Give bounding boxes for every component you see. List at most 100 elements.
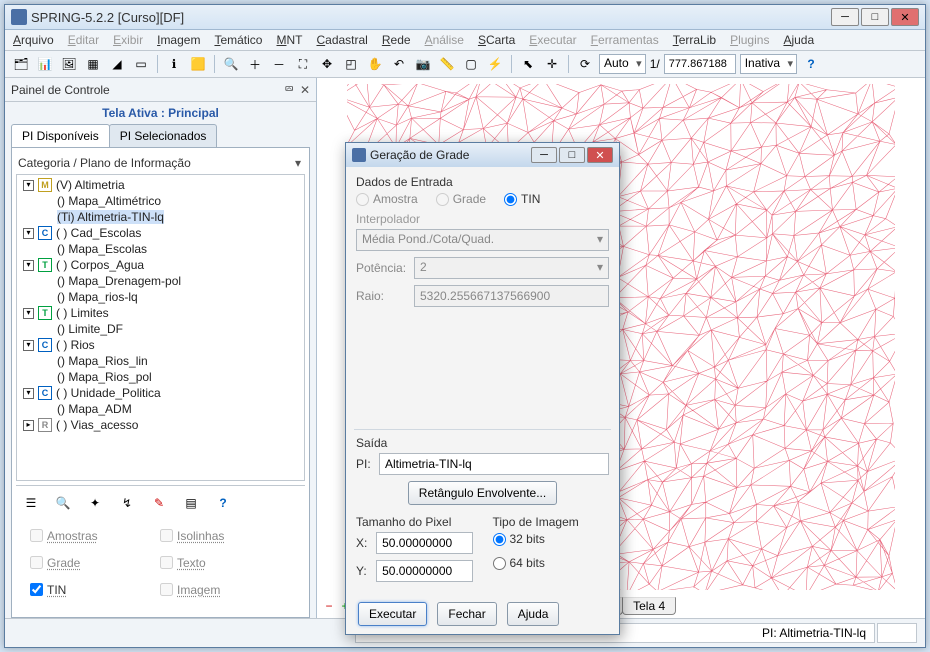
tool-5[interactable]: ◢ — [107, 54, 127, 74]
tree-item[interactable]: () Mapa_Altimétrico — [19, 193, 302, 209]
tree-item[interactable]: ▾M(V) Altimetria — [19, 177, 302, 193]
close-button[interactable]: ✕ — [891, 8, 919, 26]
zoom-minus-icon[interactable]: － — [269, 54, 289, 74]
dialog-maximize-button[interactable]: □ — [559, 147, 585, 163]
expander-icon[interactable]: ▾ — [23, 228, 34, 239]
mode-select[interactable]: Inativa — [740, 54, 797, 74]
extent-icon[interactable]: ◰ — [341, 54, 361, 74]
tree-item[interactable]: (Ti) Altimetria-TIN-lq — [19, 209, 302, 225]
menu-plugins[interactable]: Plugins — [730, 33, 769, 47]
tree-item[interactable]: () Mapa_rios-lq — [19, 289, 302, 305]
crosshair-icon[interactable]: ✛ — [542, 54, 562, 74]
tree-item[interactable]: () Mapa_Rios_lin — [19, 353, 302, 369]
pi-input[interactable] — [379, 453, 609, 475]
menu-ferramentas[interactable]: Ferramentas — [591, 33, 659, 47]
menu-imagem[interactable]: Imagem — [157, 33, 200, 47]
refresh-icon[interactable]: ⟳ — [575, 54, 595, 74]
zoom-plus-icon[interactable]: ＋ — [245, 54, 265, 74]
maximize-button[interactable]: □ — [861, 8, 889, 26]
tree-icon-5[interactable]: ✎ — [150, 494, 168, 512]
hand-icon[interactable]: ✋ — [365, 54, 385, 74]
auto-select[interactable]: Auto — [599, 54, 646, 74]
x-input[interactable] — [376, 532, 472, 554]
pan-icon[interactable]: ✥ — [317, 54, 337, 74]
radio-32bits[interactable]: 32 bits — [493, 532, 610, 546]
radio-amostra[interactable]: Amostra — [356, 192, 418, 206]
tree-item[interactable]: () Mapa_ADM — [19, 401, 302, 417]
menu-rede[interactable]: Rede — [382, 33, 411, 47]
radio-64bits[interactable]: 64 bits — [493, 556, 610, 570]
minimize-button[interactable]: ─ — [831, 8, 859, 26]
tree-icon-2[interactable]: 🔍 — [54, 494, 72, 512]
menu-ajuda[interactable]: Ajuda — [783, 33, 814, 47]
tool-2[interactable]: 📊 — [35, 54, 55, 74]
dialog-titlebar[interactable]: Geração de Grade ─ □ ✕ — [346, 143, 619, 167]
ruler-icon[interactable]: 📏 — [437, 54, 457, 74]
menu-editar[interactable]: Editar — [68, 33, 99, 47]
tool-layer[interactable]: 🟨 — [188, 54, 208, 74]
tool-3[interactable]: 🖼 — [59, 54, 79, 74]
zoom-in-icon[interactable]: 🔍 — [221, 54, 241, 74]
menu-executar[interactable]: Executar — [529, 33, 576, 47]
tree-icon-4[interactable]: ↯ — [118, 494, 136, 512]
flash-icon[interactable]: ⚡ — [485, 54, 505, 74]
y-input[interactable] — [376, 560, 472, 582]
tree-item[interactable]: () Limite_DF — [19, 321, 302, 337]
tree-item[interactable]: ▾C( ) Cad_Escolas — [19, 225, 302, 241]
fechar-button[interactable]: Fechar — [437, 602, 496, 626]
panel-undock-icon[interactable]: ⮹ — [284, 82, 294, 97]
tree-item[interactable]: () Mapa_Rios_pol — [19, 369, 302, 385]
check-tin[interactable]: TIN — [26, 580, 156, 599]
category-dropdown[interactable]: Categoria / Plano de Informação — [16, 152, 305, 174]
tool-4[interactable]: ▦ — [83, 54, 103, 74]
tree-icon-6[interactable]: ▤ — [182, 494, 200, 512]
expander-icon[interactable]: ▾ — [23, 388, 34, 399]
menu-arquivo[interactable]: Arquivo — [13, 33, 54, 47]
help-icon[interactable]: ? — [801, 54, 821, 74]
expander-icon[interactable]: ▾ — [23, 340, 34, 351]
panel-help-icon[interactable]: ? — [214, 494, 232, 512]
select-icon[interactable]: ▢ — [461, 54, 481, 74]
cursor-icon[interactable]: ⬉ — [518, 54, 538, 74]
interpolador-select[interactable]: Média Pond./Cota/Quad. — [356, 229, 609, 251]
tree-icon-3[interactable]: ✦ — [86, 494, 104, 512]
menu-temático[interactable]: Temático — [214, 33, 262, 47]
scale-input[interactable] — [664, 54, 736, 74]
radio-tin[interactable]: TIN — [504, 192, 540, 206]
dialog-minimize-button[interactable]: ─ — [531, 147, 557, 163]
tab-pi-selecionados[interactable]: PI Selecionados — [109, 124, 218, 147]
camera-icon[interactable]: 📷 — [413, 54, 433, 74]
tab-pi-disponiveis[interactable]: PI Disponíveis — [11, 124, 110, 147]
view-tab-tela4[interactable]: Tela 4 — [622, 597, 676, 615]
menu-terralib[interactable]: TerraLib — [673, 33, 716, 47]
panel-close-icon[interactable]: ✕ — [300, 83, 310, 97]
tree-item[interactable]: ▾T( ) Corpos_Agua — [19, 257, 302, 273]
radio-grade[interactable]: Grade — [436, 192, 486, 206]
expander-icon[interactable]: ▾ — [23, 308, 34, 319]
menu-scarta[interactable]: SCarta — [478, 33, 515, 47]
dialog-close-button[interactable]: ✕ — [587, 147, 613, 163]
menu-análise[interactable]: Análise — [425, 33, 464, 47]
executar-button[interactable]: Executar — [358, 602, 427, 626]
ajuda-button[interactable]: Ajuda — [507, 602, 560, 626]
tree-item[interactable]: () Mapa_Drenagem-pol — [19, 273, 302, 289]
menu-cadastral[interactable]: Cadastral — [316, 33, 367, 47]
menu-exibir[interactable]: Exibir — [113, 33, 143, 47]
layer-tree[interactable]: ▾M(V) Altimetria() Mapa_Altimétrico(Ti) … — [16, 174, 305, 481]
envelope-button[interactable]: Retângulo Envolvente... — [408, 481, 557, 505]
tool-6[interactable]: ▭ — [131, 54, 151, 74]
tool-info[interactable]: ℹ — [164, 54, 184, 74]
raio-input[interactable] — [414, 285, 609, 307]
tree-item[interactable]: ▾T( ) Limites — [19, 305, 302, 321]
tab-remove-icon[interactable]: − — [321, 598, 337, 614]
expander-icon[interactable]: ▸ — [23, 420, 34, 431]
tree-icon-1[interactable]: ☰ — [22, 494, 40, 512]
menu-mnt[interactable]: MNT — [276, 33, 302, 47]
tree-item[interactable]: ▾C( ) Unidade_Politica — [19, 385, 302, 401]
expander-icon[interactable]: ▾ — [23, 260, 34, 271]
potencia-select[interactable]: 2 — [414, 257, 609, 279]
expander-icon[interactable]: ▾ — [23, 180, 34, 191]
zoom-prev-icon[interactable]: ↶ — [389, 54, 409, 74]
tree-item[interactable]: () Mapa_Escolas — [19, 241, 302, 257]
zoom-fit-icon[interactable]: ⛶ — [293, 54, 313, 74]
